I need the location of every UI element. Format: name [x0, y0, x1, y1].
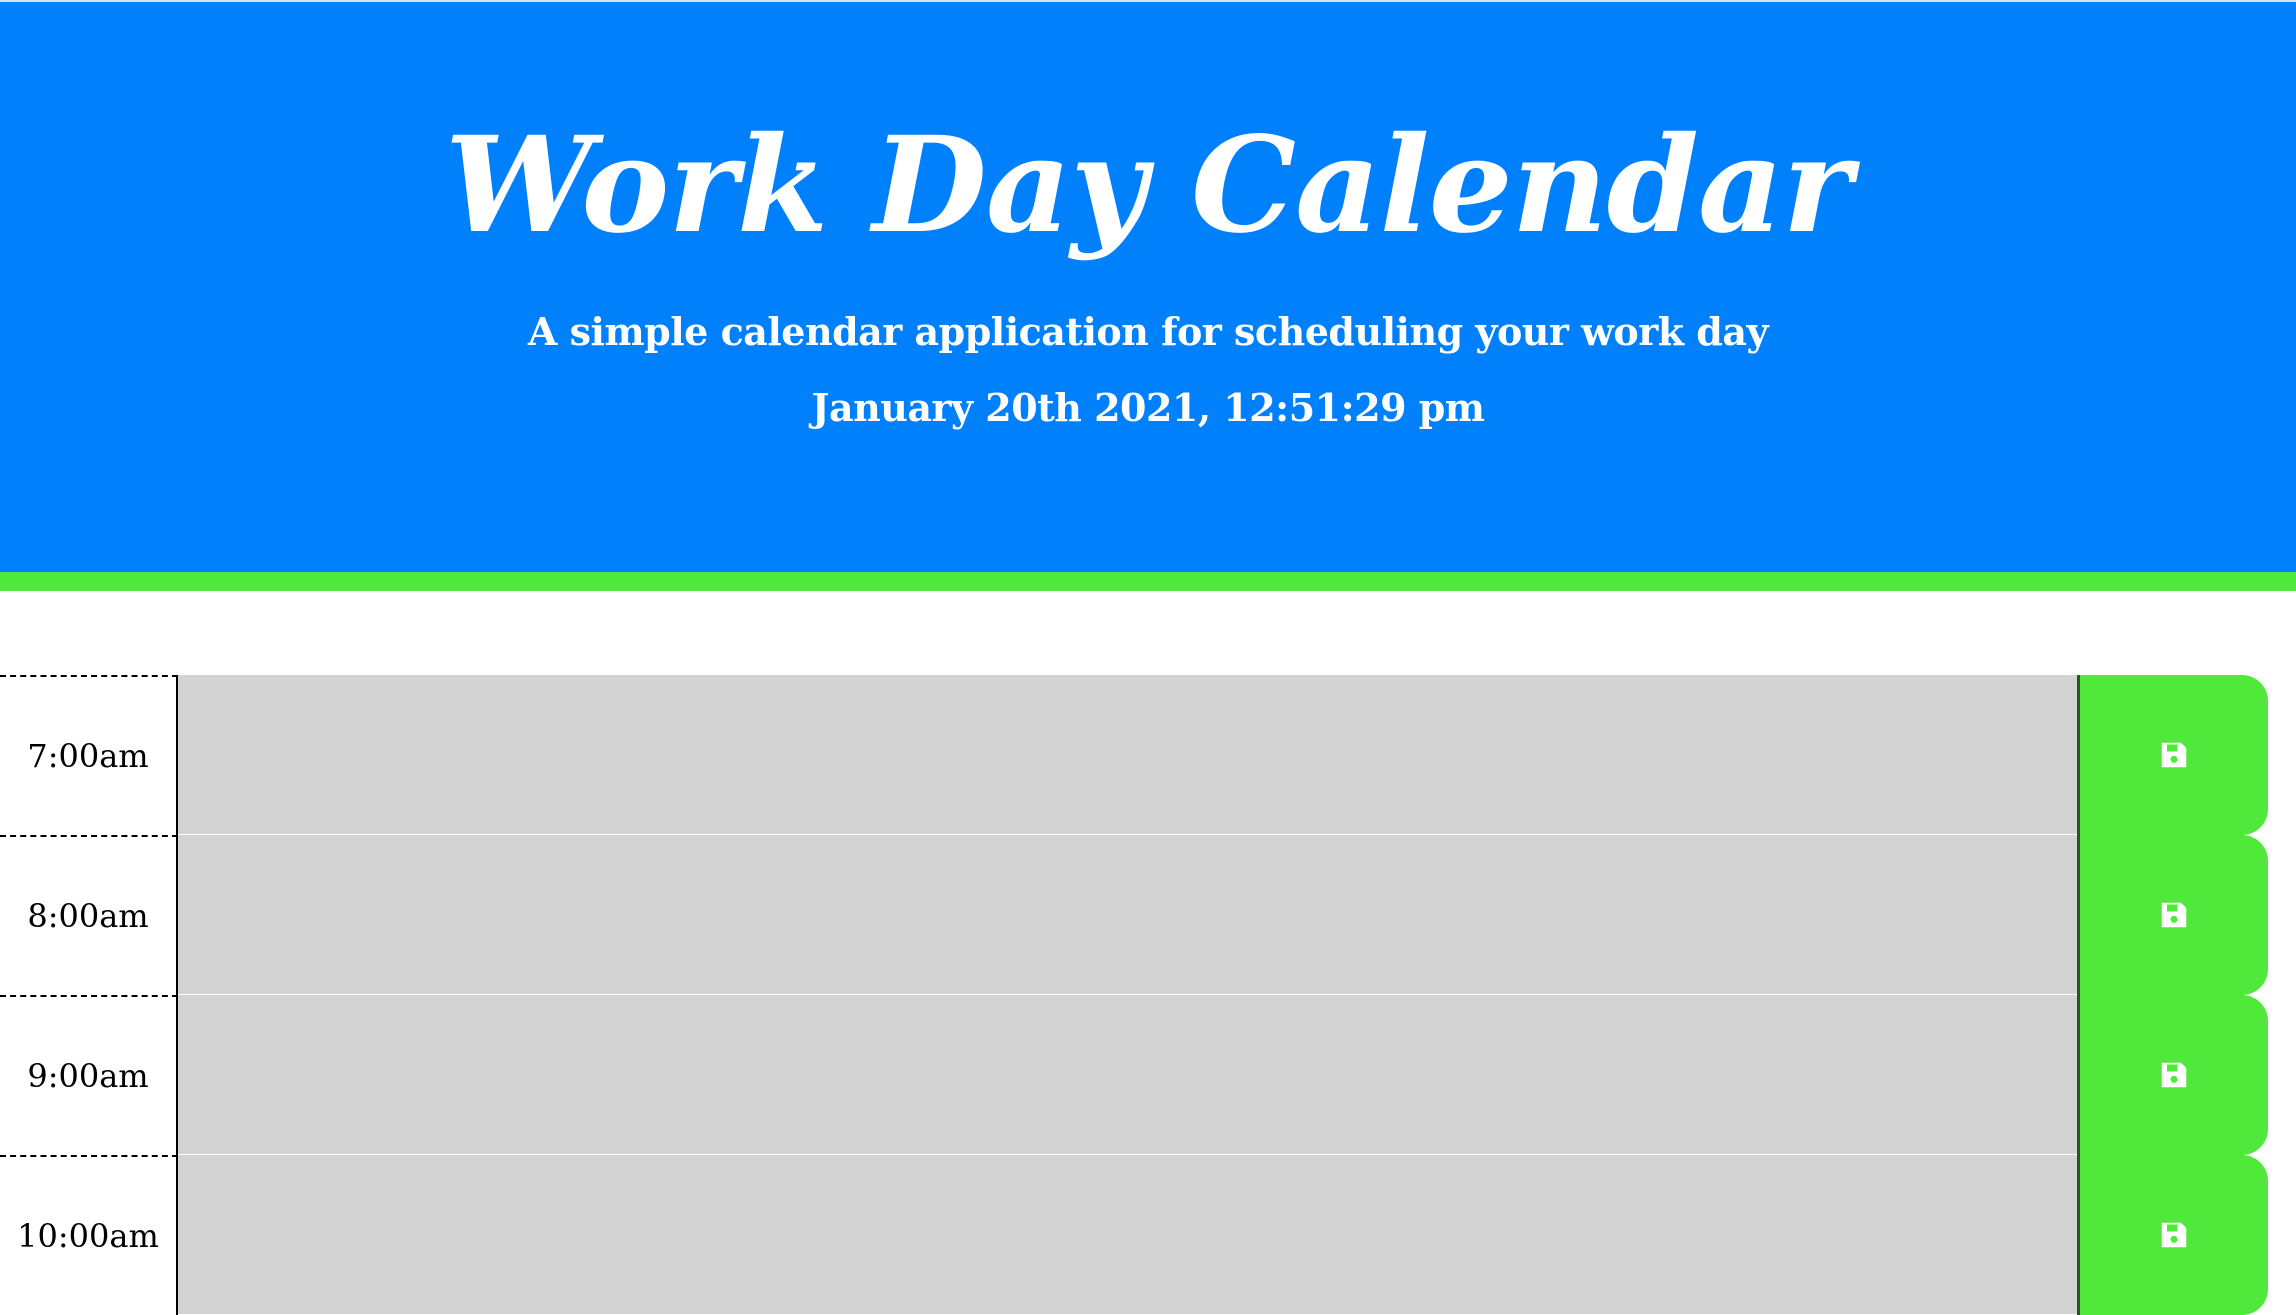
- event-description-input[interactable]: [178, 1155, 2077, 1315]
- hour-label: 7:00am: [0, 675, 178, 835]
- time-block-row: 10:00am: [0, 1155, 2296, 1315]
- save-button[interactable]: [2077, 835, 2268, 995]
- hour-label: 10:00am: [0, 1155, 178, 1315]
- save-icon: [2160, 1061, 2188, 1089]
- hour-label: 8:00am: [0, 835, 178, 995]
- event-description-input[interactable]: [178, 835, 2077, 995]
- page-lead: A simple calendar application for schedu…: [527, 309, 1769, 354]
- save-icon: [2160, 1221, 2188, 1249]
- time-block-row: 7:00am: [0, 675, 2296, 835]
- header-jumbotron: Work Day Calendar A simple calendar appl…: [0, 0, 2296, 591]
- save-button[interactable]: [2077, 1155, 2268, 1315]
- time-block-row: 9:00am: [0, 995, 2296, 1155]
- event-description-input[interactable]: [178, 995, 2077, 1155]
- event-description-input[interactable]: [178, 675, 2077, 835]
- current-day: January 20th 2021, 12:51:29 pm: [811, 385, 1485, 430]
- hour-label: 9:00am: [0, 995, 178, 1155]
- timeblock-list: 7:00am 8:00am 9:00am 10:00am: [0, 675, 2296, 1315]
- save-icon: [2160, 901, 2188, 929]
- save-button[interactable]: [2077, 995, 2268, 1155]
- save-icon: [2160, 741, 2188, 769]
- page-title: Work Day Calendar: [444, 108, 1852, 263]
- save-button[interactable]: [2077, 675, 2268, 835]
- time-block-row: 8:00am: [0, 835, 2296, 995]
